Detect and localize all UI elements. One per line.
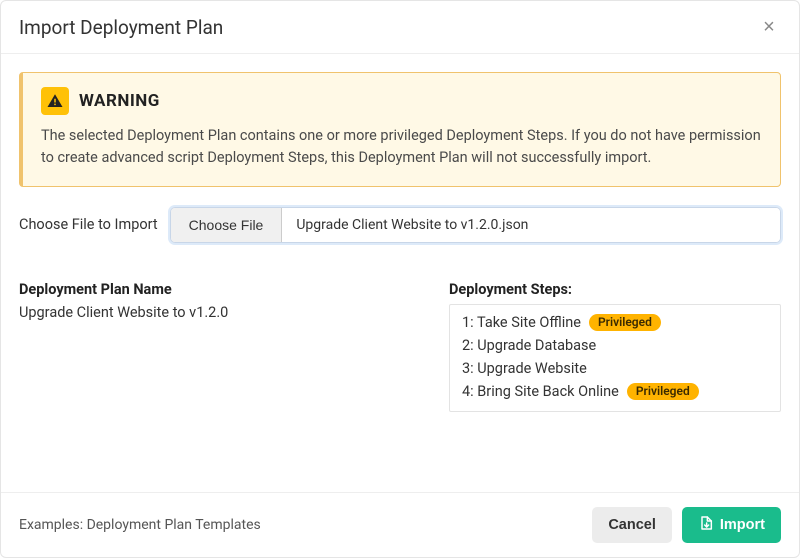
import-deployment-plan-modal: Import Deployment Plan × WARNING The sel… xyxy=(0,0,800,558)
step-item: 2: Upgrade Database xyxy=(462,334,768,357)
warning-title: WARNING xyxy=(79,91,160,111)
plan-name-heading: Deployment Plan Name xyxy=(19,281,409,298)
warning-panel: WARNING The selected Deployment Plan con… xyxy=(19,72,781,187)
import-button-label: Import xyxy=(720,517,765,533)
modal-body: WARNING The selected Deployment Plan con… xyxy=(1,54,799,492)
step-label: 2: Upgrade Database xyxy=(462,337,596,354)
modal-title: Import Deployment Plan xyxy=(19,16,223,39)
plan-steps-section: Deployment Steps: 1: Take Site Offline P… xyxy=(449,281,781,412)
privileged-badge: Privileged xyxy=(589,314,661,331)
plan-steps-heading: Deployment Steps: xyxy=(449,281,781,298)
warning-header: WARNING xyxy=(41,87,762,115)
choose-file-button[interactable]: Choose File xyxy=(171,208,283,242)
file-chooser-label: Choose File to Import xyxy=(19,216,158,233)
selected-filename: Upgrade Client Website to v1.2.0.json xyxy=(282,208,780,242)
plan-name-section: Deployment Plan Name Upgrade Client Webs… xyxy=(19,281,409,412)
cancel-button[interactable]: Cancel xyxy=(592,507,672,543)
file-input[interactable]: Choose File Upgrade Client Website to v1… xyxy=(170,207,781,243)
import-button[interactable]: Import xyxy=(682,507,781,543)
import-icon xyxy=(698,515,714,535)
plan-details: Deployment Plan Name Upgrade Client Webs… xyxy=(19,281,781,412)
modal-header: Import Deployment Plan × xyxy=(1,1,799,54)
plan-name-value: Upgrade Client Website to v1.2.0 xyxy=(19,304,409,321)
modal-footer: Examples: Deployment Plan Templates Canc… xyxy=(1,492,799,557)
privileged-badge: Privileged xyxy=(627,383,699,400)
step-item: 1: Take Site Offline Privileged xyxy=(462,311,768,334)
close-icon: × xyxy=(763,16,775,38)
step-label: 1: Take Site Offline xyxy=(462,314,581,331)
warning-icon xyxy=(41,87,69,115)
warning-text: The selected Deployment Plan contains on… xyxy=(41,125,762,170)
step-label: 4: Bring Site Back Online xyxy=(462,383,619,400)
steps-list: 1: Take Site Offline Privileged 2: Upgra… xyxy=(449,304,781,412)
step-label: 3: Upgrade Website xyxy=(462,360,587,377)
close-button[interactable]: × xyxy=(757,15,781,39)
examples-templates-link[interactable]: Examples: Deployment Plan Templates xyxy=(19,517,261,533)
step-item: 4: Bring Site Back Online Privileged xyxy=(462,380,768,403)
file-chooser-row: Choose File to Import Choose File Upgrad… xyxy=(19,207,781,243)
step-item: 3: Upgrade Website xyxy=(462,357,768,380)
footer-buttons: Cancel Import xyxy=(592,507,781,543)
